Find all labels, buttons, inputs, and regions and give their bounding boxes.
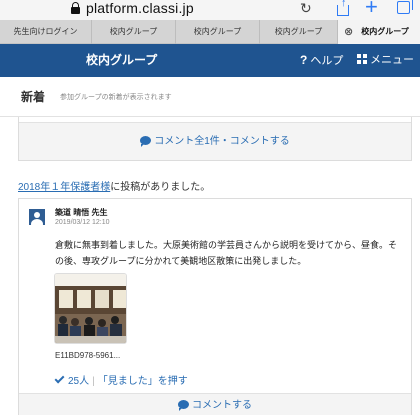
browser-tab[interactable]: 校内グループ bbox=[260, 20, 338, 44]
address-bar[interactable]: platform.classi.jp ↻ ↑ + bbox=[0, 0, 420, 20]
post-intro: 2018年１年保護者様に投稿がありました。 bbox=[18, 178, 210, 193]
tabs-overview-icon[interactable] bbox=[397, 0, 413, 14]
reload-icon[interactable]: ↻ bbox=[300, 1, 312, 15]
attachment-filename[interactable]: E11BD978-5961... bbox=[55, 351, 120, 360]
feed-card-post: 築道 晴悟 先生 2019/03/12 12:10 倉敷に無事到着しました。大原… bbox=[18, 198, 412, 415]
comment-button[interactable]: コメントする bbox=[19, 393, 411, 415]
grid-icon bbox=[357, 54, 367, 64]
app-header: 校内グループ ? ヘルプ メニュー bbox=[0, 44, 420, 77]
group-link[interactable]: 2018年１年保護者様 bbox=[18, 182, 110, 193]
browser-tab[interactable]: 校内グループ bbox=[92, 20, 176, 44]
comment-bubble-icon bbox=[178, 400, 189, 411]
page-title: 校内グループ bbox=[86, 53, 158, 67]
section-note: 参加グループの新着が表示されます bbox=[60, 94, 172, 101]
share-icon[interactable]: ↑ bbox=[336, 0, 350, 16]
avatar bbox=[29, 209, 45, 225]
author-name: 築道 晴悟 先生 bbox=[55, 208, 108, 217]
post-date: 2019/03/12 12:10 bbox=[55, 219, 110, 226]
browser-tab[interactable]: 校内グループ bbox=[176, 20, 260, 44]
help-button[interactable]: ? ヘルプ bbox=[300, 44, 343, 78]
seen-row: 25人 | 「見ました」を押す bbox=[54, 372, 188, 387]
question-icon: ? bbox=[300, 53, 308, 67]
seen-button[interactable]: 「見ました」を押す bbox=[98, 376, 188, 387]
tab-strip: 先生向けログイン 校内グループ 校内グループ 校内グループ ⊗ 校内グループ bbox=[0, 20, 420, 44]
lock-icon bbox=[71, 2, 80, 15]
feed-card-previous: コメント全1件・コメントする bbox=[18, 117, 412, 161]
new-tab-icon[interactable]: + bbox=[365, 0, 378, 18]
check-icon bbox=[54, 373, 65, 384]
browser-tab-active[interactable]: ⊗ 校内グループ bbox=[338, 20, 420, 44]
menu-button[interactable]: メニュー bbox=[357, 44, 414, 77]
comment-all-button[interactable]: コメント全1件・コメントする bbox=[19, 122, 411, 160]
section-title: 新着 bbox=[21, 90, 46, 104]
browser-tab[interactable]: 先生向けログイン bbox=[0, 20, 92, 44]
attachment-thumbnail[interactable] bbox=[54, 273, 127, 344]
close-tab-icon[interactable]: ⊗ bbox=[344, 20, 353, 44]
post-body: 倉敷に無事到着しました。大原美術館の学芸員さんから説明を受けてから、昼食。その後… bbox=[55, 240, 398, 266]
url-text[interactable]: platform.classi.jp bbox=[86, 0, 194, 16]
seen-count[interactable]: 25人 bbox=[68, 376, 89, 387]
sub-header: 新着 参加グループの新着が表示されます bbox=[0, 77, 420, 117]
comment-bubble-icon bbox=[140, 136, 152, 147]
post-intro-suffix: に投稿がありました。 bbox=[110, 182, 211, 193]
photo-image bbox=[55, 274, 126, 343]
